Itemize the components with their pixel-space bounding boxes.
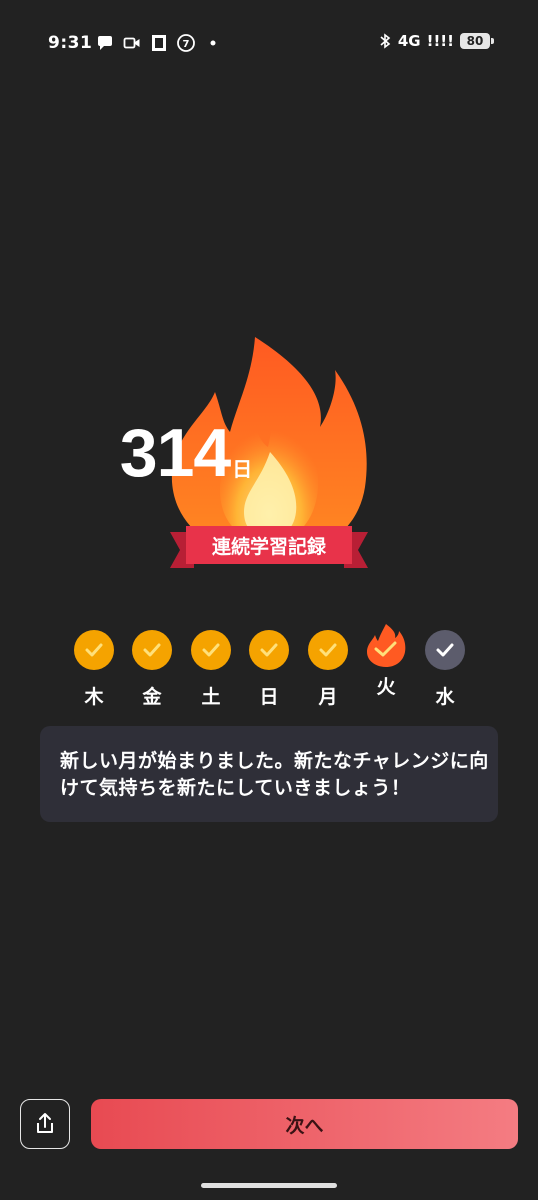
status-time: 9:31	[48, 33, 93, 53]
day-status-circle	[249, 630, 289, 670]
day-status-circle	[308, 630, 348, 670]
check-icon	[436, 643, 454, 657]
chat-bubble-icon	[98, 36, 112, 50]
streak-unit: 日	[232, 457, 253, 481]
motivation-message-card: 新しい月が始まりました。新たなチャレンジに向けて気持ちを新たにしていきましょう！	[40, 726, 498, 822]
day-label: 金	[142, 686, 162, 708]
check-icon	[319, 643, 337, 657]
check-icon	[202, 643, 220, 657]
day-label: 水	[435, 686, 455, 708]
notification-icons: 7	[96, 34, 222, 52]
check-icon	[85, 643, 103, 657]
day-saturday: 土	[189, 630, 233, 709]
share-icon	[37, 1113, 53, 1133]
video-camera-icon	[123, 37, 140, 49]
dot-indicator-icon	[210, 40, 216, 46]
share-button[interactable]	[20, 1099, 70, 1149]
next-button[interactable]: 次へ	[91, 1099, 518, 1149]
check-icon	[143, 643, 161, 657]
battery-icon: 80	[460, 33, 494, 49]
network-type: 4G	[397, 32, 421, 50]
day-status-circle	[132, 630, 172, 670]
day-label: 木	[84, 686, 104, 708]
bluetooth-icon	[380, 33, 391, 49]
day-status-circle	[425, 630, 465, 670]
day-status-circle	[191, 630, 231, 670]
home-indicator[interactable]	[201, 1183, 337, 1188]
day-sunday: 日	[247, 630, 291, 709]
day-monday: 月	[306, 630, 350, 709]
day-label: 日	[259, 686, 279, 708]
motivation-message-text: 新しい月が始まりました。新たなチャレンジに向けて気持ちを新たにしていきましょう！	[60, 750, 489, 799]
check-icon	[260, 643, 278, 657]
streak-number: 314	[119, 415, 231, 491]
seven-eleven-icon: 7	[177, 34, 195, 52]
day-friday: 金	[130, 630, 174, 709]
svg-text:7: 7	[183, 39, 190, 50]
day-label: 月	[318, 686, 338, 708]
status-bar: 9:31 7 4G !!!! 80	[0, 0, 538, 88]
signal-icon: !!!!	[426, 32, 454, 50]
streak-banner-label: 連続学習記録	[211, 536, 326, 558]
day-label: 火	[376, 676, 396, 698]
bracket-app-icon	[152, 35, 166, 51]
today-flame-icon	[367, 624, 406, 667]
status-right: 4G !!!! 80	[378, 32, 494, 50]
day-wednesday: 水	[423, 630, 467, 709]
streak-count: 314 日	[36, 414, 336, 492]
day-tuesday: 火	[364, 624, 408, 699]
day-label: 土	[201, 686, 221, 708]
day-status-circle	[74, 630, 114, 670]
week-progress: 木 金 土 日 月 火 水	[72, 624, 468, 710]
day-thursday: 木	[72, 630, 116, 709]
